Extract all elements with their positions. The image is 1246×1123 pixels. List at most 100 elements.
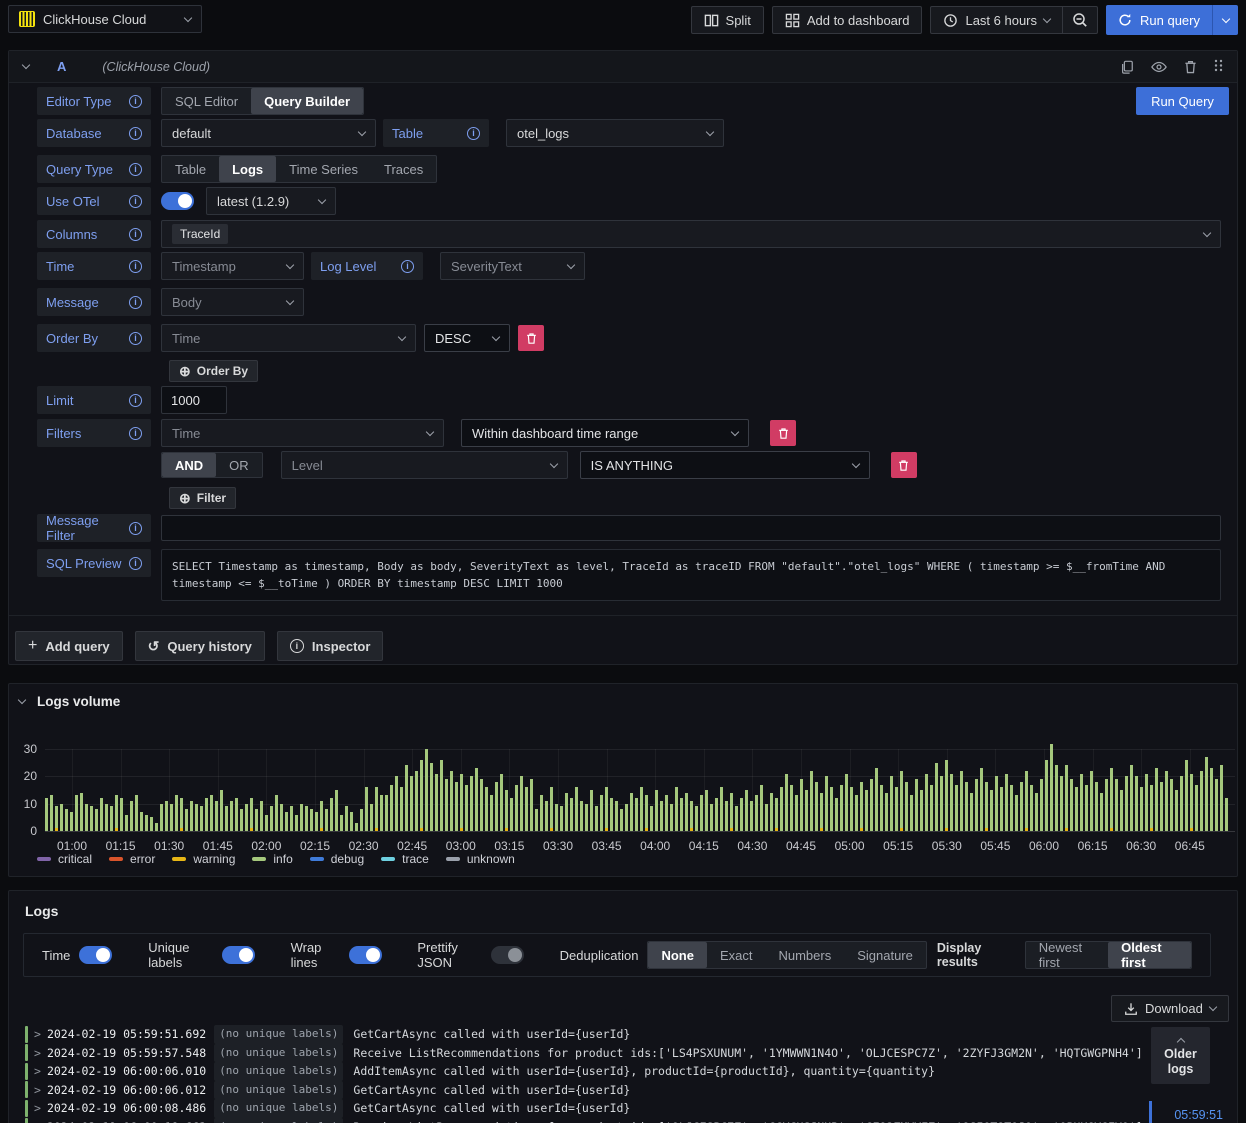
info-icon[interactable]: i (129, 126, 142, 140)
duplicate-query-icon[interactable] (1120, 60, 1134, 74)
info-icon[interactable]: i (129, 393, 142, 407)
use-otel-toggle[interactable] (161, 192, 194, 210)
older-logs-button[interactable]: Older logs (1151, 1027, 1210, 1084)
editor-type-radio-group-option[interactable]: SQL Editor (162, 88, 251, 114)
info-icon[interactable]: i (129, 521, 142, 535)
info-icon[interactable]: i (129, 259, 142, 273)
order-by-direction-select[interactable]: DESC (424, 324, 510, 352)
add-to-dashboard-button[interactable]: Add to dashboard (771, 6, 923, 34)
filter-operator-radio-group-option[interactable]: OR (216, 453, 262, 477)
column-chip[interactable]: TraceId (172, 224, 229, 244)
editor-type-radio-group-option[interactable]: Query Builder (251, 88, 364, 114)
legend-item-error[interactable]: error (109, 852, 155, 866)
query-row-header[interactable]: A (ClickHouse Cloud) (9, 51, 1237, 83)
zoom-out-button[interactable] (1063, 6, 1099, 34)
run-query-dropdown-button[interactable] (1212, 5, 1238, 35)
limit-input[interactable] (161, 386, 227, 414)
order-by-field-select[interactable]: Time (161, 324, 416, 352)
info-icon[interactable]: i (129, 426, 142, 440)
scroll-position-marker[interactable] (1149, 1101, 1152, 1123)
log-row[interactable]: >2024-02-19 05:59:57.548 (no unique label… (17, 1043, 1157, 1063)
run-query-panel-button[interactable]: Run Query (1136, 87, 1229, 115)
info-icon[interactable]: i (129, 94, 142, 108)
time-range-button[interactable]: Last 6 hours (930, 6, 1064, 34)
deduplication-radio-group-option[interactable]: Signature (844, 942, 926, 968)
filter-field-select[interactable]: Time (161, 419, 444, 447)
logs-panel-title: Logs (25, 903, 59, 919)
drag-handle-icon[interactable] (1214, 59, 1223, 74)
filter-operator-radio-group-option[interactable]: AND (162, 453, 217, 477)
log-row[interactable]: >2024-02-19 06:00:06.010 (no unique label… (17, 1062, 1157, 1081)
info-icon[interactable]: i (129, 556, 142, 570)
split-button[interactable]: Split (690, 6, 764, 34)
volume-bar (585, 803, 588, 831)
display-results-radio-group-option[interactable]: Newest first (1026, 940, 1108, 970)
filter-condition-select[interactable]: Within dashboard time range (461, 419, 749, 447)
expand-row-icon[interactable]: > (34, 1062, 41, 1081)
wrap-lines-toggle[interactable] (348, 946, 382, 964)
unique-labels-toggle[interactable] (221, 946, 255, 964)
query-type-radio-group-option[interactable]: Logs (219, 156, 277, 182)
add-query-button[interactable]: + Add query (15, 631, 123, 661)
logs-volume-header[interactable]: Logs volume (9, 684, 1237, 709)
run-query-button[interactable]: Run query (1106, 5, 1212, 35)
otel-version-select[interactable]: latest (1.2.9) (206, 187, 336, 215)
legend-item-info[interactable]: info (252, 852, 293, 866)
table-select[interactable]: otel_logs (506, 119, 724, 147)
expand-row-icon[interactable]: > (34, 1099, 41, 1118)
time-toggle[interactable] (79, 946, 113, 964)
legend-item-warning[interactable]: warning (172, 852, 235, 866)
info-icon[interactable]: i (401, 259, 414, 273)
log-level-column-select[interactable]: SeverityText (440, 252, 585, 280)
log-row[interactable]: >2024-02-19 05:59:51.692 (no unique label… (17, 1025, 1157, 1044)
legend-item-trace[interactable]: trace (381, 852, 429, 866)
expand-row-icon[interactable]: > (34, 1118, 41, 1123)
download-button[interactable]: Download (1111, 995, 1229, 1022)
remove-query-trash-icon[interactable] (1184, 60, 1197, 74)
volume-bar (495, 781, 498, 831)
prettify-json-toggle[interactable] (490, 946, 524, 964)
inspector-button[interactable]: i Inspector (276, 631, 384, 661)
columns-multiselect[interactable]: TraceId (161, 220, 1221, 248)
remove-sub-filter-button[interactable] (890, 452, 917, 478)
deduplication-radio-group-option[interactable]: None (648, 942, 707, 968)
message-column-select[interactable]: Body (161, 288, 304, 316)
info-icon[interactable]: i (129, 162, 142, 176)
collapse-chevron-icon[interactable] (21, 60, 31, 70)
expand-row-icon[interactable]: > (34, 1044, 41, 1063)
info-icon[interactable]: i (129, 194, 142, 208)
deduplication-radio-group-option[interactable]: Numbers (765, 942, 844, 968)
info-icon[interactable]: i (129, 227, 142, 241)
query-type-radio-group-option[interactable]: Time Series (276, 156, 371, 182)
info-icon[interactable]: i (129, 331, 142, 345)
database-select[interactable]: default (161, 119, 376, 147)
volume-bar (635, 798, 638, 831)
sub-filter-condition-select[interactable]: IS ANYTHING (579, 451, 870, 479)
volume-bar (45, 798, 48, 831)
expand-row-icon[interactable]: > (34, 1081, 41, 1100)
info-icon[interactable]: i (129, 295, 142, 309)
remove-filter-button[interactable] (770, 420, 796, 446)
query-type-radio-group-option[interactable]: Traces (371, 156, 436, 182)
query-history-button[interactable]: ↺ Query history (134, 631, 265, 661)
log-row[interactable]: >2024-02-19 06:00:18.663 (no unique label… (17, 1117, 1157, 1123)
collapse-chevron-icon[interactable] (17, 695, 27, 705)
sub-filter-field-select[interactable]: Level (280, 451, 568, 479)
log-row[interactable]: >2024-02-19 06:00:08.486 (no unique label… (17, 1099, 1157, 1118)
add-filter-button[interactable]: ⊕ Filter (169, 487, 237, 509)
datasource-picker[interactable]: ClickHouse Cloud (8, 5, 202, 33)
add-order-by-button[interactable]: ⊕ Order By (169, 360, 259, 382)
log-row[interactable]: >2024-02-19 06:00:06.012 (no unique label… (17, 1080, 1157, 1100)
expand-row-icon[interactable]: > (34, 1025, 41, 1044)
deduplication-radio-group-option[interactable]: Exact (707, 942, 766, 968)
remove-order-by-button[interactable] (518, 325, 544, 351)
query-type-radio-group-option[interactable]: Table (162, 156, 219, 182)
legend-item-unknown[interactable]: unknown (445, 852, 515, 866)
display-results-radio-group-option[interactable]: Oldest first (1108, 940, 1191, 970)
info-icon[interactable]: i (467, 126, 480, 140)
legend-item-debug[interactable]: debug (309, 852, 364, 866)
time-column-select[interactable]: Timestamp (161, 252, 304, 280)
message-filter-input[interactable] (161, 515, 1221, 541)
hide-response-eye-icon[interactable] (1151, 60, 1167, 74)
legend-item-critical[interactable]: critical (37, 852, 92, 866)
